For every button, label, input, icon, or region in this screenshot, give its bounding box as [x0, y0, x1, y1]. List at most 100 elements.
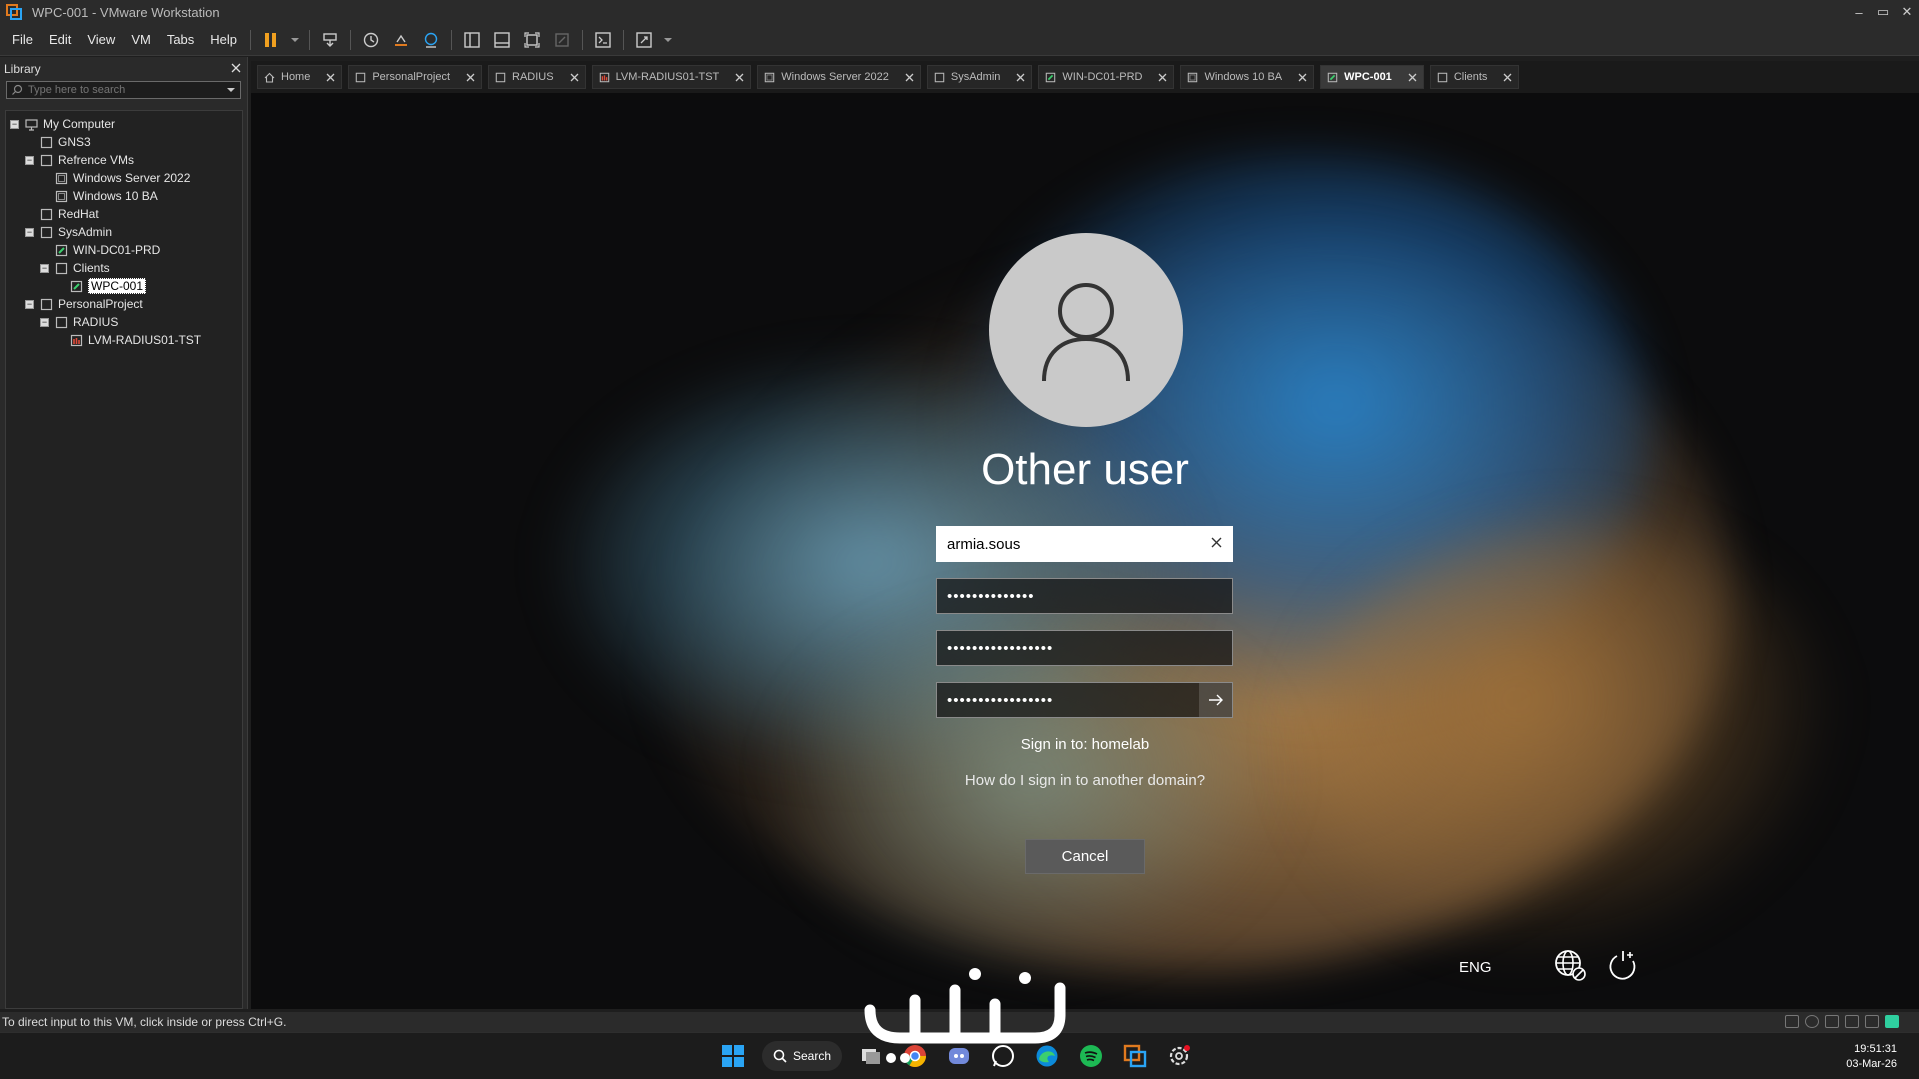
password-input-1[interactable] [937, 579, 1232, 613]
username-input[interactable] [937, 527, 1232, 561]
folder-icon [934, 72, 945, 83]
tree-item-win-dc01-prd[interactable]: WIN-DC01-PRD [6, 241, 242, 259]
menu-view[interactable]: View [79, 32, 123, 47]
collapse-toggle[interactable]: − [40, 263, 49, 273]
close-tab-button[interactable] [1016, 69, 1025, 85]
clear-username-button[interactable] [1211, 535, 1222, 553]
hard-disk-icon[interactable] [1785, 1015, 1799, 1028]
taskbar-search-button[interactable]: Search [762, 1041, 842, 1071]
settings-taskbar-button[interactable] [1164, 1041, 1194, 1071]
tree-item-redhat[interactable]: RedHat [6, 205, 242, 223]
tab-windows-server-2022[interactable]: Windows Server 2022 [757, 65, 921, 89]
tab-home[interactable]: Home [257, 65, 343, 89]
tab-lvm-radius01-tst[interactable]: LVM-RADIUS01-TST [591, 65, 752, 89]
password-input-3[interactable] [937, 683, 1232, 717]
network-adapter-icon[interactable] [1825, 1015, 1839, 1028]
menu-tabs[interactable]: Tabs [159, 32, 202, 47]
stretch-guest-button[interactable] [632, 28, 656, 52]
menu-vm[interactable]: VM [123, 32, 159, 47]
console-view-button[interactable] [591, 28, 615, 52]
power-accessibility-icon[interactable] [1606, 948, 1640, 982]
collapse-toggle[interactable]: − [10, 119, 19, 129]
close-window-button[interactable]: ✕ [1895, 4, 1919, 20]
snapshot-manager-button[interactable] [419, 28, 443, 52]
language-indicator[interactable]: ENG [1459, 959, 1492, 976]
close-tab-button[interactable] [905, 69, 914, 85]
cd-drive-icon[interactable] [1805, 1015, 1819, 1028]
tree-item-wpc-001[interactable]: WPC-001 [6, 277, 242, 295]
close-library-button[interactable] [231, 62, 241, 76]
revert-icon [395, 34, 408, 46]
display-icon[interactable] [1865, 1015, 1879, 1028]
settings-gear-icon [1169, 1045, 1190, 1066]
tree-item-refrence-vms[interactable]: − Refrence VMs [6, 151, 242, 169]
send-ctrl-alt-del-button[interactable] [318, 28, 342, 52]
tree-item-personalproject[interactable]: − PersonalProject [6, 295, 242, 313]
menu-help[interactable]: Help [202, 32, 245, 47]
close-icon [1408, 73, 1417, 82]
spotify-taskbar-button[interactable] [1076, 1041, 1106, 1071]
submit-button[interactable] [1199, 683, 1232, 717]
collapse-toggle[interactable]: − [25, 227, 34, 237]
start-button[interactable] [718, 1041, 748, 1071]
collapse-toggle[interactable]: − [25, 299, 34, 309]
cancel-button[interactable]: Cancel [1025, 839, 1145, 874]
close-tab-button[interactable] [1408, 69, 1417, 85]
maximize-button[interactable]: ▭ [1871, 4, 1895, 20]
stretch-dropdown-button[interactable] [662, 28, 674, 52]
tab-wpc-001[interactable]: WPC-001 [1320, 65, 1424, 89]
close-tab-button[interactable] [326, 69, 335, 85]
menu-edit[interactable]: Edit [41, 32, 79, 47]
home-icon [264, 72, 275, 83]
library-search-input[interactable] [28, 84, 226, 96]
show-library-button[interactable] [460, 28, 484, 52]
tree-item-sysadmin[interactable]: − SysAdmin [6, 223, 242, 241]
full-screen-button[interactable] [520, 28, 544, 52]
tab-win-dc01-prd[interactable]: WIN-DC01-PRD [1038, 65, 1175, 89]
taskbar-search-label: Search [792, 1049, 832, 1063]
computer-icon [25, 118, 38, 131]
close-tab-button[interactable] [1158, 69, 1167, 85]
sign-in-domain-text: Sign in to: homelab [1020, 736, 1150, 753]
tree-item-my-computer[interactable]: − My Computer [6, 115, 242, 133]
password-input-2[interactable] [937, 631, 1232, 665]
menu-file[interactable]: File [4, 32, 41, 47]
vm-display[interactable]: Other user Sign in to: homelab How d [251, 93, 1919, 1009]
tree-item-gns3[interactable]: GNS3 [6, 133, 242, 151]
close-tab-button[interactable] [570, 69, 579, 85]
close-tab-button[interactable] [1503, 69, 1512, 85]
unity-button[interactable] [550, 28, 574, 52]
search-dropdown-icon[interactable] [226, 86, 236, 94]
tree-item-radius[interactable]: − RADIUS [6, 313, 242, 331]
tab-radius[interactable]: RADIUS [488, 65, 586, 89]
tab-windows-10-ba[interactable]: Windows 10 BA [1180, 65, 1315, 89]
message-icon[interactable] [1885, 1015, 1899, 1028]
system-clock[interactable]: 19:51:31 03-Mar-26 [1846, 1042, 1897, 1072]
vmware-taskbar-button[interactable] [1120, 1041, 1150, 1071]
power-dropdown-button[interactable] [289, 28, 301, 52]
revert-snapshot-button[interactable] [389, 28, 413, 52]
collapse-toggle[interactable]: − [25, 155, 34, 165]
tab-sysadmin[interactable]: SysAdmin [926, 65, 1033, 89]
title-bar: WPC-001 - VMware Workstation – ▭ ✕ [0, 0, 1919, 24]
minimize-button[interactable]: – [1847, 5, 1871, 20]
close-tab-button[interactable] [1298, 69, 1307, 85]
collapse-toggle[interactable]: − [40, 317, 49, 327]
close-tab-button[interactable] [735, 69, 744, 85]
tree-item-lvm-radius01-tst[interactable]: LVM-RADIUS01-TST [6, 331, 242, 349]
other-domain-link[interactable]: How do I sign in to another domain? [251, 772, 1919, 789]
snapshot-button[interactable] [359, 28, 383, 52]
show-thumbnail-button[interactable] [490, 28, 514, 52]
toolbar-separator [623, 29, 625, 50]
tree-item-clients[interactable]: − Clients [6, 259, 242, 277]
close-tab-button[interactable] [466, 69, 475, 85]
close-icon [1298, 73, 1307, 82]
fullscreen-icon [524, 31, 540, 48]
tab-personalproject[interactable]: PersonalProject [348, 65, 482, 89]
sound-icon[interactable] [1845, 1015, 1859, 1028]
tree-item-windows-10-ba[interactable]: Windows 10 BA [6, 187, 242, 205]
tree-item-windows-server-2022[interactable]: Windows Server 2022 [6, 169, 242, 187]
network-icon[interactable] [1553, 948, 1587, 982]
pause-vm-button[interactable] [259, 28, 283, 52]
tab-clients[interactable]: Clients [1429, 65, 1520, 89]
